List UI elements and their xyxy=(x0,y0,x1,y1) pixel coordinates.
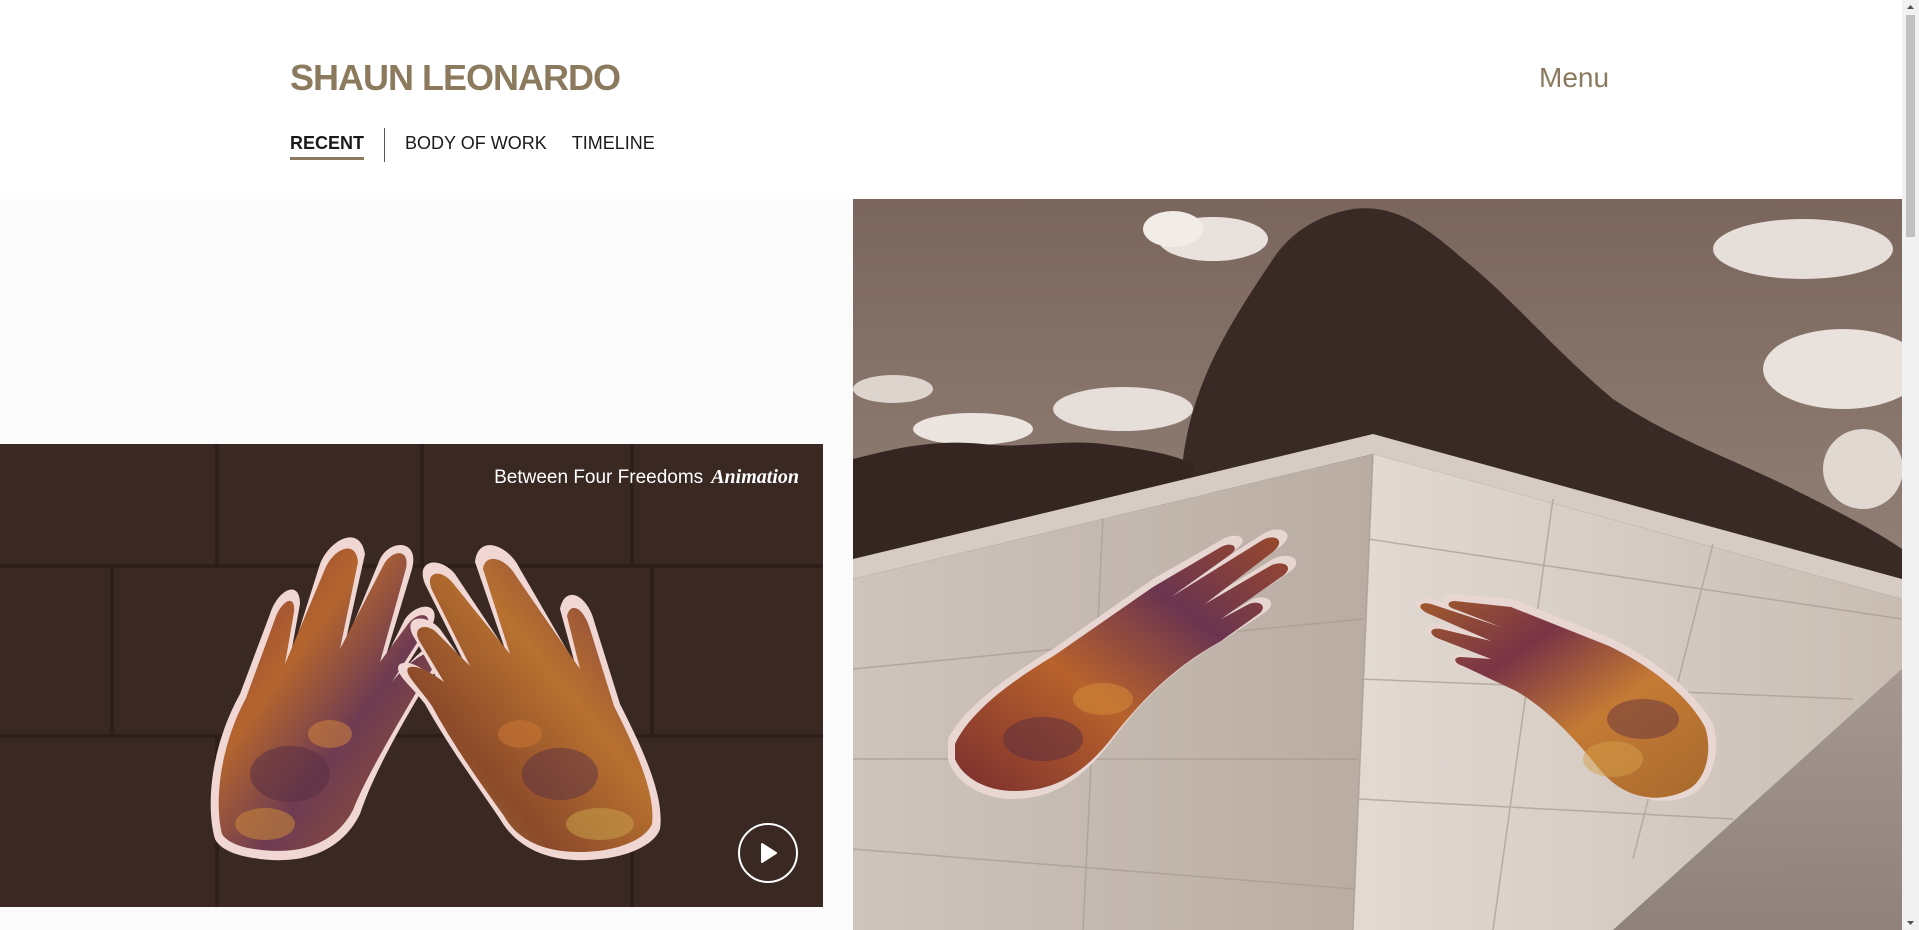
play-icon xyxy=(761,843,777,863)
subnav: RECENT BODY OF WORK TIMELINE xyxy=(290,128,655,162)
feature-photo xyxy=(853,199,1902,930)
page-scrollbar[interactable] xyxy=(1902,0,1919,930)
subnav-divider xyxy=(384,128,386,162)
subnav-item-recent[interactable]: RECENT xyxy=(290,128,365,160)
scroll-up-icon[interactable] xyxy=(1906,3,1915,12)
feature-video-card[interactable]: Between Four Freedoms Animation xyxy=(0,444,823,907)
play-button[interactable] xyxy=(738,823,798,883)
scroll-thumb[interactable] xyxy=(1906,15,1915,237)
subnav-item-body-of-work[interactable]: BODY OF WORK xyxy=(405,128,547,162)
hands-illustration xyxy=(210,537,661,861)
page: SHAUN LEONARDO Menu RECENT BODY OF WORK … xyxy=(0,0,1902,930)
subnav-item-timeline[interactable]: TIMELINE xyxy=(572,128,655,162)
menu-button[interactable]: Menu xyxy=(1539,62,1609,94)
site-logo[interactable]: SHAUN LEONARDO xyxy=(290,57,621,99)
scroll-down-icon[interactable] xyxy=(1906,918,1915,927)
site-header: SHAUN LEONARDO Menu RECENT BODY OF WORK … xyxy=(0,0,1902,199)
hands-mural-photo xyxy=(853,199,1902,930)
